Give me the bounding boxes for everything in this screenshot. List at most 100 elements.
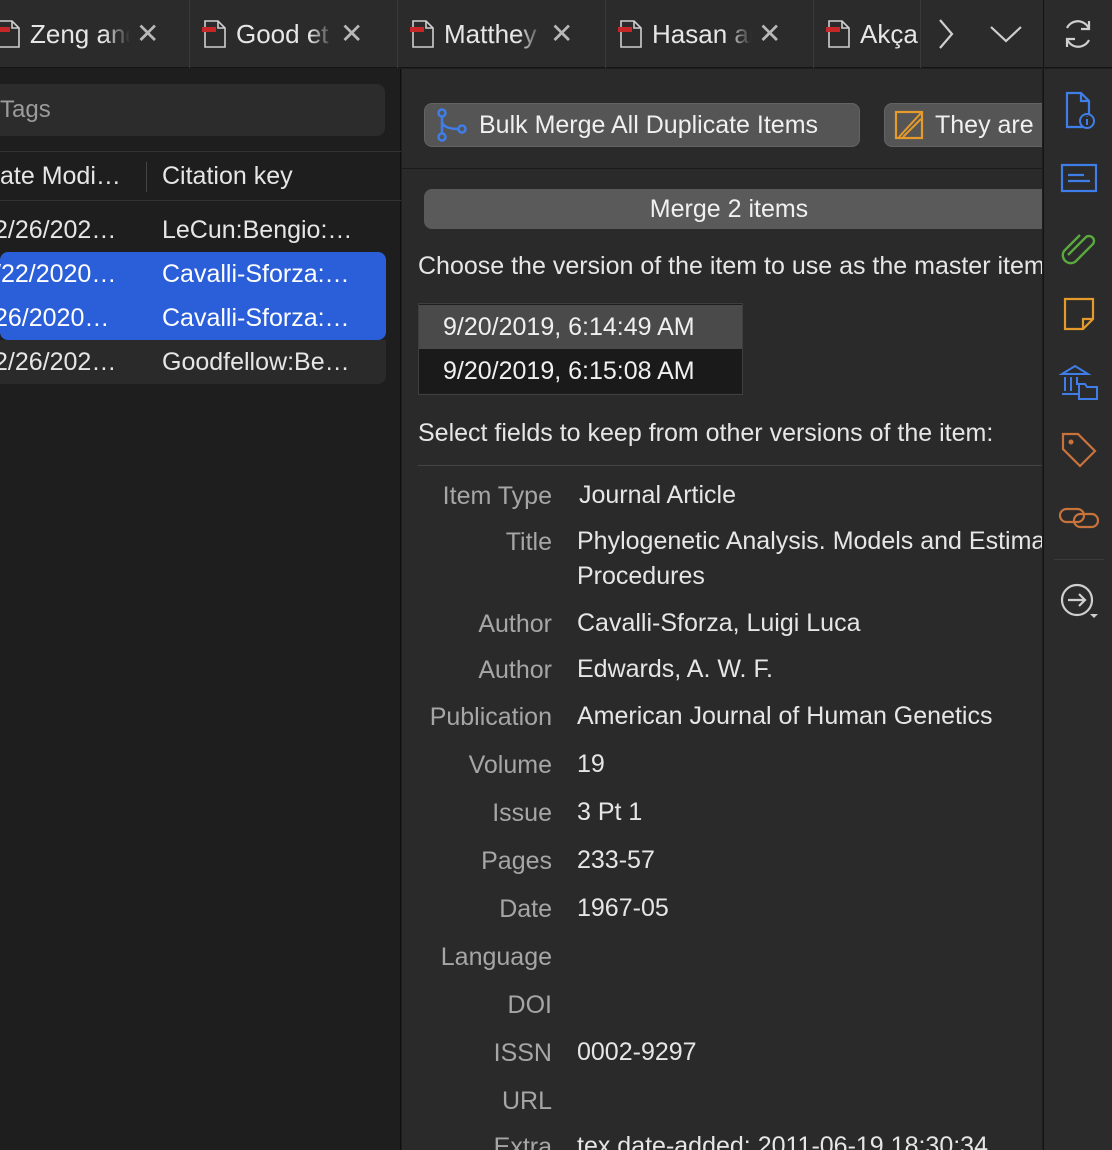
field-label: Item Type [442, 482, 552, 510]
field-value[interactable]: tex.date-added: 2011-06-19 18:30:34 [577, 1129, 988, 1150]
chevron-down-icon [990, 26, 1022, 43]
field-label: Author [478, 610, 552, 638]
column-citation-key[interactable]: Citation key [162, 162, 293, 191]
tab-label: Zeng and [30, 18, 130, 49]
sidenav-notes-button[interactable] [1058, 293, 1100, 335]
attachments-icon [1061, 234, 1096, 265]
pdf-document-icon [826, 20, 850, 48]
tabs-menu-button[interactable] [978, 0, 1034, 68]
sync-button[interactable] [1043, 0, 1112, 68]
row-citation-key: Goodfellow:Be… [162, 348, 350, 376]
field-label: Title [505, 528, 552, 556]
field-label: Issue [492, 799, 552, 827]
sidenav-locate-button[interactable] [1058, 579, 1100, 621]
items-table-header: ate Modi… Citation key [0, 151, 401, 201]
field-value[interactable]: 3 Pt 1 [577, 795, 642, 830]
tab-label: Hasan and [652, 18, 752, 49]
tab-label: Matthey [444, 18, 537, 49]
select-fields-prompt: Select fields to keep from other version… [418, 419, 994, 447]
master-version-prompt: Choose the version of the item to use as… [418, 252, 1042, 280]
row-date: 2/26/202… [0, 216, 117, 244]
sidenav-related-button[interactable] [1058, 497, 1100, 539]
row-date: 26/2020… [0, 304, 110, 332]
sidenav-libraries-collections-button[interactable] [1058, 361, 1100, 403]
bulk-merge-label: Bulk Merge All Duplicate Items [479, 110, 819, 139]
duplicates-merge-pane: Bulk Merge All Duplicate Items They are … [402, 69, 1042, 1150]
sidenav-abstract-button[interactable] [1058, 157, 1100, 199]
close-icon[interactable]: ✕ [136, 20, 159, 48]
table-row[interactable]: 26/2020… Cavalli-Sforza:… [0, 296, 386, 340]
notes-icon [1063, 297, 1095, 331]
related-icon [1058, 507, 1100, 529]
tab-label: Good et al. [236, 18, 334, 49]
items-pane: Tags ate Modi… Citation key 2/26/202… Le… [0, 69, 401, 1150]
bulk-merge-button[interactable]: Bulk Merge All Duplicate Items [424, 103, 860, 147]
pdf-document-icon [410, 20, 434, 48]
row-citation-key: LeCun:Bengio:… [162, 216, 353, 244]
libraries-collections-icon [1059, 364, 1098, 400]
field-value[interactable]: American Journal of Human Genetics [577, 699, 992, 734]
field-value[interactable]: Cavalli-Sforza, Luigi Luca [577, 606, 860, 641]
table-row[interactable]: /22/2020… Cavalli-Sforza:… [0, 252, 386, 296]
not-duplicates-label: They are not duplicates [935, 110, 1042, 139]
not-duplicates-icon [894, 110, 924, 140]
sidenav-attachments-button[interactable] [1058, 225, 1100, 267]
field-label: Date [499, 895, 552, 923]
field-value-continued: Procedures [577, 562, 705, 590]
field-label: Extra [493, 1133, 552, 1150]
tab-label: Akçay [860, 18, 918, 49]
field-value[interactable]: 1967-05 [577, 891, 669, 926]
field-label: Language [440, 943, 552, 971]
pdf-document-icon [202, 20, 226, 48]
merge-toolbar: Bulk Merge All Duplicate Items They are … [402, 69, 1042, 169]
table-row[interactable]: 2/26/202… LeCun:Bengio:… [0, 208, 386, 252]
abstract-icon [1060, 163, 1098, 193]
pdf-document-icon [618, 20, 642, 48]
info-icon [1065, 91, 1095, 129]
chevron-right-icon [939, 19, 954, 49]
field-label: ISSN [493, 1039, 552, 1067]
field-label: URL [501, 1087, 552, 1115]
row-citation-key: Cavalli-Sforza:… [162, 260, 350, 288]
tab-good[interactable]: Good et al. ✕ [202, 0, 402, 68]
row-date: 2/26/202… [0, 348, 117, 376]
merge-items-label: Merge 2 items [649, 194, 809, 223]
tags-filter-input[interactable]: Tags [0, 84, 385, 136]
tab-hasan[interactable]: Hasan and ✕ [618, 0, 818, 68]
row-date: /22/2020… [0, 260, 117, 288]
sidenav-tags-button[interactable] [1058, 429, 1100, 471]
close-icon[interactable]: ✕ [550, 20, 573, 48]
tab-zeng[interactable]: Zeng and ✕ [0, 0, 196, 68]
tags-placeholder: Tags [0, 96, 51, 123]
item-pane-sidenav [1043, 69, 1112, 1150]
field-label: Publication [429, 703, 552, 731]
field-label: Volume [468, 751, 552, 779]
not-duplicates-button[interactable]: They are not duplicates [884, 103, 1042, 147]
merge-items-button[interactable]: Merge 2 items [424, 189, 1042, 229]
field-label: Author [478, 656, 552, 684]
field-value[interactable]: Edwards, A. W. F. [577, 652, 773, 687]
scroll-tabs-right-button[interactable] [922, 0, 970, 68]
close-icon[interactable]: ✕ [340, 20, 363, 48]
field-value[interactable]: 233-57 [577, 843, 655, 878]
merge-icon [437, 108, 467, 142]
tab-akcay[interactable]: Akçay [826, 0, 920, 68]
tab-matthey[interactable]: Matthey ✕ [410, 0, 610, 68]
field-label: Pages [481, 847, 552, 875]
field-label: DOI [507, 991, 552, 1019]
field-value: Journal Article [579, 481, 737, 509]
sidenav-info-button[interactable] [1058, 89, 1100, 131]
version-option-selected[interactable]: 9/20/2019, 6:15:08 AM [419, 349, 742, 393]
tab-bar: Zeng and ✕ Good et al. ✕ Matthey ✕ Hasan… [0, 0, 1112, 68]
table-row[interactable]: 2/26/202… Goodfellow:Be… [0, 340, 386, 384]
field-value[interactable]: 19 [577, 747, 605, 782]
field-value[interactable]: 0002-9297 [577, 1035, 697, 1070]
column-date-modified[interactable]: ate Modi… [0, 162, 121, 191]
master-version-list: 9/20/2019, 6:14:49 AM 9/20/2019, 6:15:08… [418, 303, 743, 395]
version-option[interactable]: 9/20/2019, 6:14:49 AM [419, 305, 742, 349]
row-citation-key: Cavalli-Sforza:… [162, 304, 350, 332]
tags-icon [1061, 432, 1097, 468]
close-icon[interactable]: ✕ [758, 20, 781, 48]
field-value[interactable]: Phylogenetic Analysis. Models and Estima… [577, 524, 1042, 559]
sync-icon [1065, 20, 1091, 48]
